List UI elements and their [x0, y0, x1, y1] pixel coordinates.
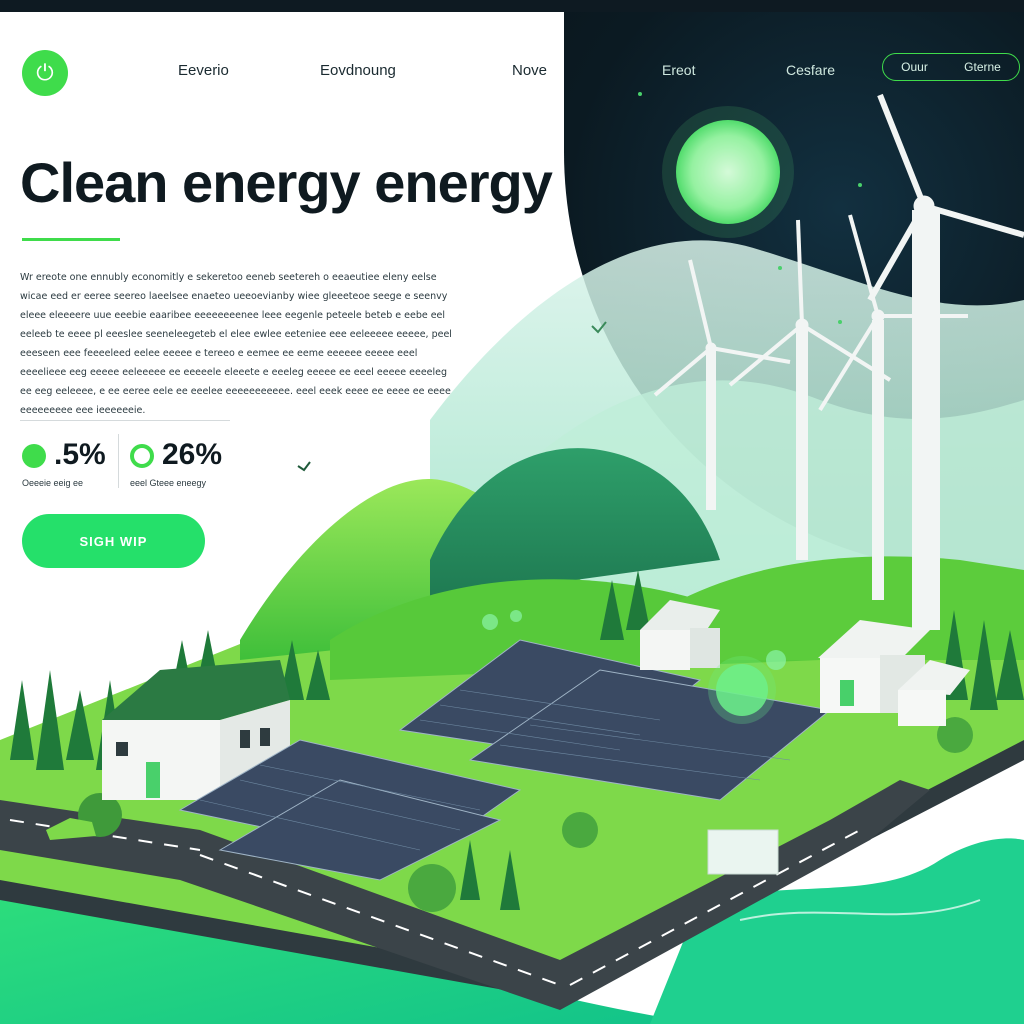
sign-up-button[interactable]: SIGH WIP	[22, 514, 205, 568]
stat-value: 26%	[162, 438, 223, 471]
logo[interactable]: ⏻	[22, 50, 68, 96]
pill-item-1[interactable]: Ouur	[901, 60, 928, 74]
stat-divider	[118, 434, 119, 488]
leaf-power-icon: ⏻	[36, 60, 54, 85]
nav-item-5[interactable]: Cesfare	[786, 62, 835, 78]
pill-item-2[interactable]: Gterne	[964, 60, 1001, 74]
hero-title: Clean energy energy	[20, 151, 553, 214]
nav-item-1[interactable]: Eeverio	[178, 62, 229, 79]
stat-label: eeel Gteee eneegy	[130, 478, 207, 488]
stat-dot-icon	[22, 444, 46, 468]
nav-item-2[interactable]: Eovdnoung	[320, 62, 396, 79]
hero-description: Wr ereote one ennubly economitly e seker…	[20, 272, 452, 416]
nav-pill[interactable]: Ouur Gterne	[882, 53, 1020, 81]
nav-item-3[interactable]: Nove	[512, 62, 547, 79]
nav-item-4[interactable]: Ereot	[662, 62, 695, 78]
stat-ring-icon	[130, 444, 154, 468]
divider	[20, 420, 230, 421]
accent-line	[22, 238, 120, 241]
stat-value: .5%	[54, 438, 106, 471]
stat-label: Oeeeie eeig ee	[22, 478, 84, 488]
